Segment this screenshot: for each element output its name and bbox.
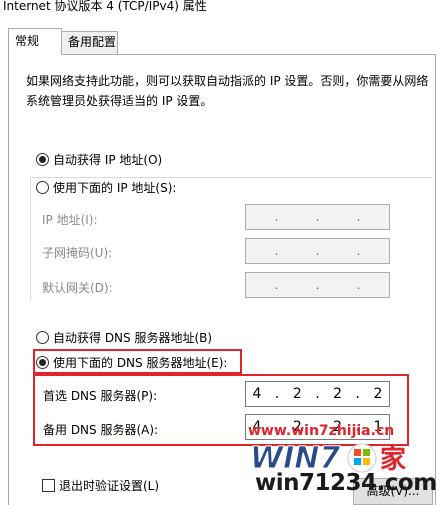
subnet-mask-dot: . bbox=[274, 244, 279, 258]
highlight-manual-dns bbox=[33, 349, 242, 374]
auto-ip-label: 自动获得 IP 地址(O) bbox=[53, 152, 163, 167]
auto-dns-option[interactable]: 自动获得 DNS 服务器地址(B) bbox=[36, 328, 212, 346]
validate-checkbox[interactable] bbox=[42, 478, 55, 492]
tab-strip: 常规 备用配置 bbox=[0, 26, 443, 55]
ip-address-dot: . bbox=[274, 210, 279, 224]
description-text: 如果网络支持此功能，则可以获取自动指派的 IP 设置。否则，你需要从网络系统管理… bbox=[26, 74, 429, 108]
default-gateway-field[interactable]: . . . bbox=[245, 272, 390, 298]
subnet-mask-field[interactable]: . . . bbox=[245, 238, 390, 264]
default-gateway-dot: . bbox=[356, 278, 361, 292]
subnet-mask-label: 子网掩码(U): bbox=[42, 246, 113, 260]
auto-ip-option[interactable]: 自动获得 IP 地址(O) bbox=[36, 150, 162, 168]
default-gateway-label: 默认网关(D): bbox=[42, 281, 113, 295]
ip-address-dot: . bbox=[315, 210, 320, 224]
default-gateway-dot: . bbox=[315, 278, 320, 292]
watermark-url: win71234.com bbox=[255, 470, 437, 496]
manual-ip-radio[interactable] bbox=[36, 180, 49, 194]
watermark-site: www.win7zhijia.cn bbox=[248, 423, 395, 439]
ip-address-label: IP 地址(I): bbox=[42, 213, 98, 227]
ip-group-side bbox=[30, 177, 31, 300]
window-title: Internet 协议版本 4 (TCP/IPv4) 属性 bbox=[3, 0, 207, 13]
tab-general[interactable]: 常规 bbox=[8, 28, 62, 55]
default-gateway-dot: . bbox=[274, 278, 279, 292]
auto-ip-radio[interactable] bbox=[36, 152, 49, 166]
validate-option[interactable]: 退出时验证设置(L) bbox=[42, 477, 159, 493]
validate-label: 退出时验证设置(L) bbox=[59, 478, 160, 493]
manual-ip-label: 使用下面的 IP 地址(S): bbox=[53, 180, 177, 195]
tab-alternate-config[interactable]: 备用配置 bbox=[61, 31, 118, 54]
manual-ip-option[interactable]: 使用下面的 IP 地址(S): bbox=[36, 178, 180, 196]
auto-dns-label: 自动获得 DNS 服务器地址(B) bbox=[53, 330, 213, 345]
ip-address-dot: . bbox=[356, 210, 361, 224]
subnet-mask-dot: . bbox=[356, 244, 361, 258]
auto-dns-radio[interactable] bbox=[36, 330, 49, 344]
subnet-mask-dot: . bbox=[315, 244, 320, 258]
ip-address-field[interactable]: . . . bbox=[245, 204, 390, 230]
